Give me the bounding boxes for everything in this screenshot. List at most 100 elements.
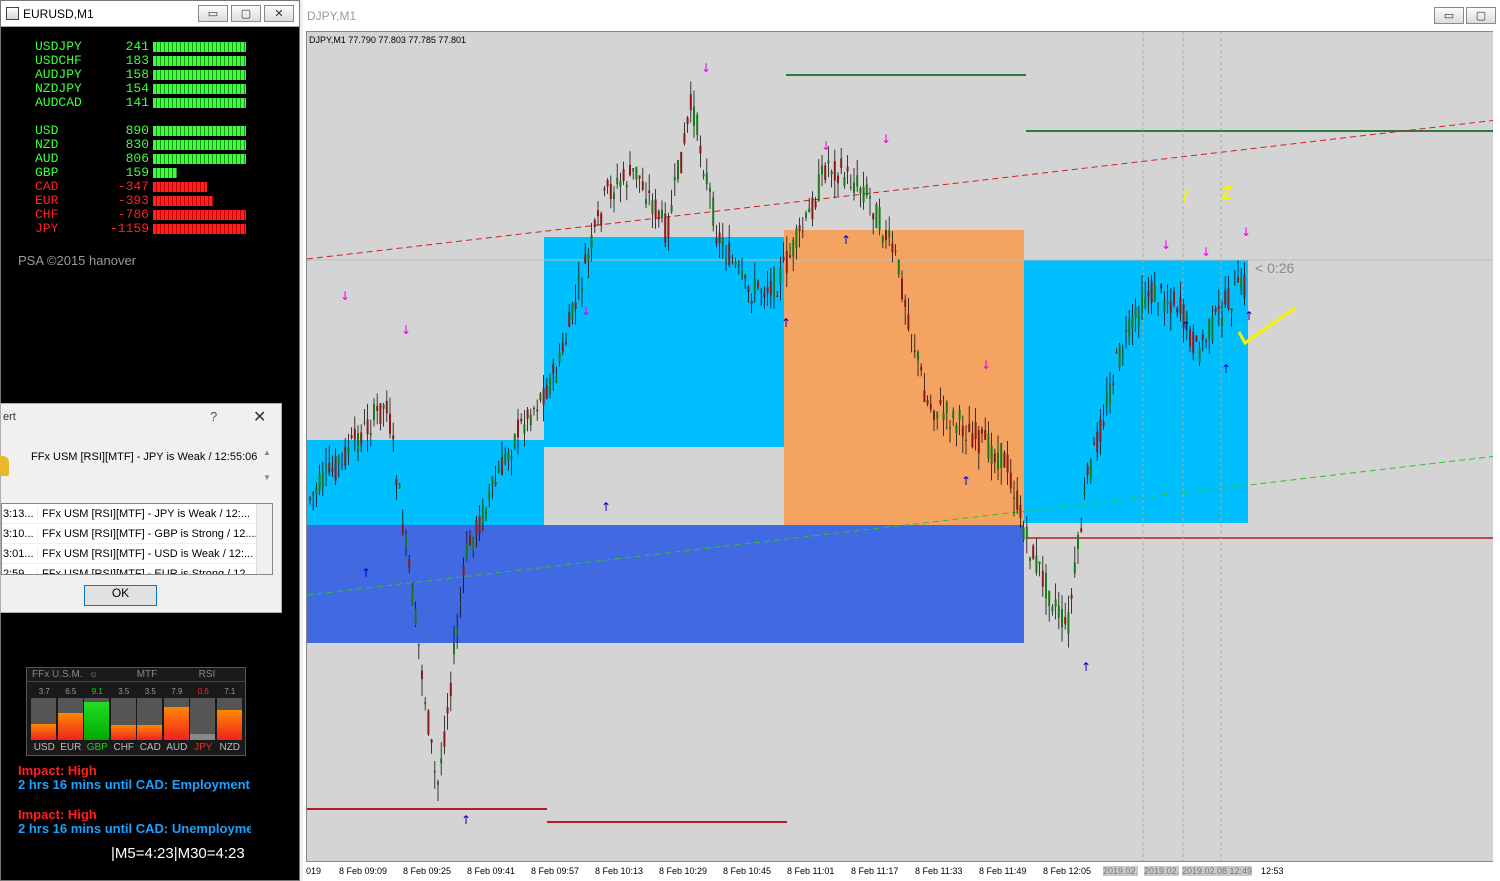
news-item: Impact: High 2 hrs 16 mins until CAD: Un…: [18, 808, 251, 836]
candle-body: [955, 424, 958, 434]
ffx-fill: [216, 710, 242, 740]
alert-row[interactable]: 3:13... FFx USM [RSI][MTF] - JPY is Weak …: [2, 504, 272, 524]
strength-row: GBP 159: [35, 166, 246, 180]
candle-body: [513, 434, 516, 447]
list-scrollbar[interactable]: [256, 504, 272, 574]
strength-row: NZD 830: [35, 138, 246, 152]
down-arrow-icon: ↓: [1241, 225, 1251, 239]
alert-history-list[interactable]: 3:13... FFx USM [RSI][MTF] - JPY is Weak …: [1, 503, 273, 575]
news-impact: Impact: High: [18, 808, 97, 822]
strength-bar: [153, 210, 246, 220]
timeframe-timer: |M5=4:23|M30=4:23: [111, 845, 245, 862]
scroll-up-icon[interactable]: ▲: [260, 448, 274, 457]
scroll-down-icon[interactable]: ▼: [260, 473, 274, 482]
time-axis-label: 8 Feb 09:09: [339, 866, 388, 876]
minimize-button[interactable]: ▭: [198, 5, 228, 22]
candle-body: [750, 300, 753, 305]
candle-body: [1016, 490, 1019, 511]
time-axis-label: 8 Feb 11:33: [915, 866, 963, 876]
candle-body: [894, 250, 897, 252]
candle-body: [369, 433, 372, 436]
candle-body: [488, 491, 491, 499]
candle-body: [1035, 555, 1038, 573]
candle-body: [568, 312, 571, 327]
candle-body: [533, 408, 535, 410]
candle-body: [862, 186, 865, 203]
alert-time: 3:13...: [2, 507, 38, 520]
candle-body: [789, 255, 791, 258]
candle-body: [478, 515, 481, 534]
message-scrollbar[interactable]: ▲ ▼: [260, 448, 274, 490]
chart-window-titlebar[interactable]: DJPY,M1 ▭ ▢: [303, 0, 1500, 31]
help-icon[interactable]: ?: [210, 409, 217, 424]
ffx-value: 9.1: [91, 687, 103, 696]
candle-body: [872, 213, 875, 220]
close-button[interactable]: ✕: [264, 5, 294, 22]
mark-annotation: [1221, 184, 1234, 199]
settings-gear-icon[interactable]: ☼: [89, 669, 117, 680]
candle-body: [661, 209, 663, 219]
candle-body: [1000, 443, 1003, 468]
candle-body: [843, 177, 846, 186]
candle-body: [1201, 334, 1204, 340]
candle-body: [1230, 308, 1233, 312]
candle-body: [475, 519, 478, 535]
candle-body: [1073, 562, 1076, 574]
indicator-window-titlebar[interactable]: EURUSD,M1 ▭ ▢ ✕: [1, 1, 299, 27]
restore-button[interactable]: ▢: [231, 5, 261, 22]
candle-body: [904, 299, 907, 308]
news-item: Impact: High 2 hrs 16 mins until CAD: Em…: [18, 764, 251, 792]
candle-body: [504, 453, 507, 462]
candle-body: [315, 487, 318, 493]
candle-body: [571, 303, 574, 320]
candle-body: [795, 228, 798, 249]
candle-body: [1169, 301, 1172, 313]
up-arrow-icon: ↑: [361, 566, 371, 580]
chart-minimize-button[interactable]: ▭: [1434, 7, 1464, 24]
up-arrow-icon: ↑: [601, 500, 611, 514]
price-chart[interactable]: ↓ ↓ ↓ ↓ ↓ ↓ ↓ ↓ ↓ ↓ ↑ ↑ ↑ ↑ ↑ ↑ ↑ ↑ ↑ ↑ DJPY,M1 77.790 77.8…: [306, 31, 1496, 862]
candle-body: [501, 456, 503, 475]
candle-body: [936, 411, 939, 419]
candle-body: [753, 278, 756, 294]
candle-body: [437, 781, 439, 785]
candle-body: [939, 400, 942, 404]
candle-body: [734, 261, 737, 266]
time-axis-label: 8 Feb 10:45: [723, 866, 772, 876]
candle-body: [1147, 291, 1150, 297]
candle-body: [737, 265, 740, 267]
candle-body: [366, 419, 369, 435]
candle-body: [584, 254, 587, 263]
ffx-value: 3.7: [38, 687, 50, 696]
candle-body: [763, 292, 766, 298]
candle-body: [395, 478, 398, 486]
strength-row: NZDJPY 154: [35, 82, 246, 96]
candle-body: [798, 225, 801, 232]
candle-body: [840, 158, 843, 168]
candle-body: [1086, 465, 1089, 475]
candle-body: [1064, 617, 1067, 625]
chart-restore-button[interactable]: ▢: [1466, 7, 1496, 24]
time-axis-label: 12:53: [1261, 866, 1284, 876]
candle-body: [779, 268, 782, 284]
ok-button[interactable]: OK: [84, 585, 157, 606]
alert-row[interactable]: 3:01... FFx USM [RSI][MTF] - USD is Weak …: [2, 544, 272, 564]
candle-body: [901, 278, 903, 300]
candle-body: [1160, 285, 1163, 289]
time-axis-label: 8 Feb 11:17: [851, 866, 899, 876]
down-arrow-icon: ↓: [401, 323, 411, 337]
strength-row: USD 890: [35, 124, 246, 138]
ohlc-readout: DJPY,M1 77.790 77.803 77.785 77.801: [309, 35, 466, 45]
down-arrow-icon: ↓: [881, 132, 891, 146]
candle-body: [510, 456, 513, 459]
ffx-header-usm: FFx U.S.M.: [32, 669, 83, 680]
candle-body: [405, 534, 407, 548]
candle-body: [1080, 528, 1083, 532]
candle-body: [785, 250, 788, 273]
alert-close-icon[interactable]: ✕: [253, 407, 266, 427]
candle-body: [907, 314, 910, 330]
alert-row[interactable]: 2:59... FFx USM [RSI][MTF] - EUR is Stron…: [2, 564, 272, 574]
candle-body: [382, 404, 385, 409]
strength-bar: [153, 126, 246, 136]
alert-row[interactable]: 3:10... FFx USM [RSI][MTF] - GBP is Stron…: [2, 524, 272, 544]
